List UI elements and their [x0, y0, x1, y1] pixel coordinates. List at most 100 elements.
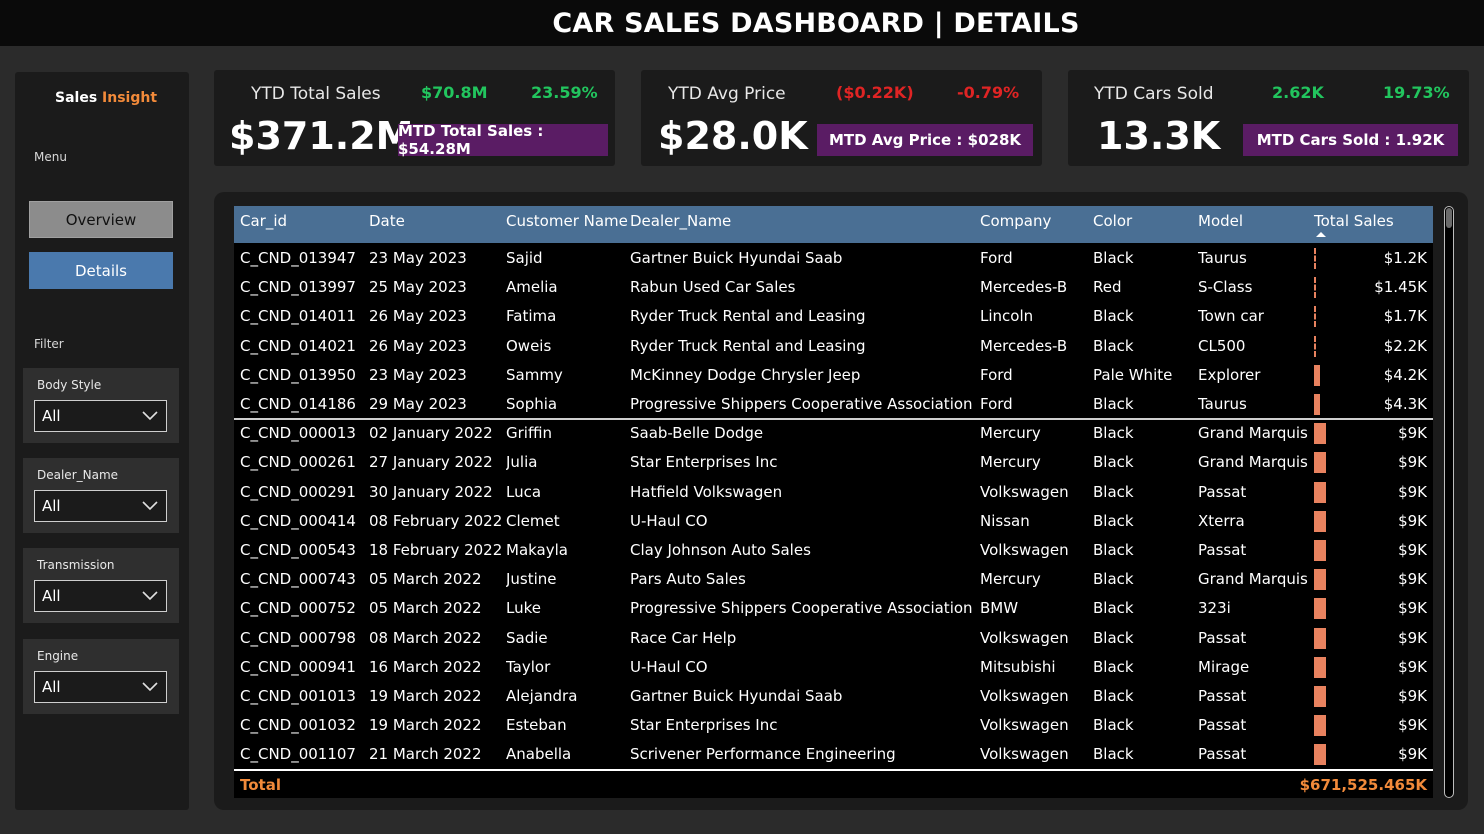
cell-dealer: Gartner Buick Hyundai Saab — [630, 687, 843, 705]
cell-date: 27 January 2022 — [369, 453, 493, 472]
table-row[interactable]: C_CND_013997 25 May 2023 Amelia Rabun Used … — [234, 273, 1433, 302]
total-sales-bar — [1314, 306, 1316, 328]
cell-date: 19 March 2022 — [369, 687, 482, 705]
cell-dealer: Saab-Belle Dodge — [630, 424, 764, 443]
table-row[interactable]: C_CND_000798 08 March 2022 Sadie Race Car H… — [234, 624, 1433, 653]
cell-date: 02 January 2022 — [369, 424, 493, 443]
cell-color: Black — [1093, 482, 1134, 501]
page-title: CAR SALES DASHBOARD | DETAILS — [552, 7, 1080, 39]
total-sales-bar — [1314, 627, 1326, 649]
overview-nav-button[interactable]: Overview — [29, 201, 173, 238]
cell-dealer: Progressive Shippers Cooperative Associa… — [630, 395, 975, 413]
scrollbar-track[interactable] — [1444, 206, 1454, 798]
table-row[interactable]: C_CND_000261 27 January 2022 Julia Star Ent… — [234, 448, 1433, 477]
scrollbar-thumb[interactable] — [1446, 208, 1452, 228]
cell-color: Black — [1093, 541, 1134, 559]
cell-model: S-Class — [1198, 278, 1253, 297]
dealer-name-dropdown[interactable]: All — [34, 490, 167, 522]
cell-car-id: C_CND_013950 — [240, 365, 356, 384]
total-sales-bar — [1314, 744, 1326, 766]
transmission-value: All — [42, 587, 61, 605]
cell-customer: Sophia — [506, 395, 558, 413]
table-row[interactable]: C_CND_001032 19 March 2022 Esteban Star Ent… — [234, 711, 1433, 740]
column-header-color[interactable]: Color — [1093, 212, 1132, 230]
total-sales-bar — [1314, 540, 1326, 561]
details-nav-button[interactable]: Details — [29, 252, 173, 289]
cell-model: Taurus — [1198, 249, 1247, 267]
cell-car-id: C_CND_014011 — [240, 307, 356, 326]
cell-car-id: C_CND_001013 — [240, 687, 356, 705]
table-scrollbar[interactable] — [1444, 206, 1454, 798]
total-sales-bar — [1314, 656, 1326, 678]
cell-company: Volkswagen — [980, 541, 1069, 559]
cell-company: Mercedes-B — [980, 278, 1068, 297]
cell-color: Black — [1093, 745, 1134, 764]
table-row[interactable]: C_CND_013947 23 May 2023 Sajid Gartner Buic… — [234, 244, 1433, 273]
table-row[interactable]: C_CND_000414 08 February 2022 Clemet U-Haul… — [234, 507, 1433, 536]
cell-color: Black — [1093, 424, 1134, 443]
table-row[interactable]: C_CND_013950 23 May 2023 Sammy McKinney Dod… — [234, 361, 1433, 390]
cell-date: 21 March 2022 — [369, 745, 482, 764]
column-header-car-id[interactable]: Car_id — [240, 212, 287, 230]
cell-dealer: Scrivener Performance Engineering — [630, 745, 896, 764]
filter-label: Filter — [34, 337, 64, 351]
cell-model: Grand Marquis — [1198, 424, 1308, 443]
engine-dropdown[interactable]: All — [34, 671, 167, 703]
table-row[interactable]: C_CND_000752 05 March 2022 Luke Progressive… — [234, 594, 1433, 623]
cell-car-id: C_CND_000798 — [240, 628, 356, 647]
total-sales-bar — [1314, 481, 1326, 503]
table-row[interactable]: C_CND_000291 30 January 2022 Luca Hatfield … — [234, 478, 1433, 507]
table-row[interactable]: C_CND_014186 29 May 2023 Sophia Progressive… — [234, 390, 1433, 419]
column-header-customer-name[interactable]: Customer Name — [506, 212, 628, 230]
cell-company: Mercury — [980, 424, 1041, 443]
total-sales-bar — [1314, 598, 1326, 620]
cell-car-id: C_CND_013997 — [240, 278, 356, 297]
cell-company: Mercury — [980, 570, 1041, 589]
cell-color: Pale White — [1093, 365, 1173, 384]
cell-dealer: Progressive Shippers Cooperative Associa… — [630, 599, 975, 618]
kpi-delta-abs: ($0.22K) — [836, 83, 914, 102]
cell-dealer: U-Haul CO — [630, 657, 708, 676]
cell-car-id: C_CND_000543 — [240, 541, 356, 559]
column-header-date[interactable]: Date — [369, 212, 405, 230]
kpi-value: $371.2M — [229, 114, 414, 158]
total-sales-bar — [1314, 394, 1320, 415]
sort-ascending-icon[interactable] — [1316, 232, 1326, 237]
cell-date: 25 May 2023 — [369, 278, 467, 297]
kpi-delta-pct: -0.79% — [957, 83, 1020, 102]
column-header-company[interactable]: Company — [980, 212, 1051, 230]
cell-customer: Oweis — [506, 336, 552, 355]
table-row[interactable]: C_CND_000543 18 February 2022 Makayla Clay … — [234, 536, 1433, 565]
cell-car-id: C_CND_014186 — [240, 395, 356, 413]
cell-color: Black — [1093, 511, 1134, 530]
cell-car-id: C_CND_000261 — [240, 453, 356, 472]
cell-total-sales: $4.2K — [1383, 365, 1427, 384]
total-sales-bar — [1314, 452, 1326, 474]
table-row[interactable]: C_CND_014021 26 May 2023 Oweis Ryder Truck … — [234, 332, 1433, 361]
cell-company: Mercedes-B — [980, 336, 1068, 355]
cell-company: Nissan — [980, 511, 1030, 530]
cell-color: Black — [1093, 307, 1134, 326]
column-header-model[interactable]: Model — [1198, 212, 1243, 230]
table-row[interactable]: C_CND_001013 19 March 2022 Alejandra Gartne… — [234, 682, 1433, 711]
column-header-total-sales[interactable]: Total Sales — [1314, 212, 1394, 230]
body-style-dropdown[interactable]: All — [34, 400, 167, 432]
cell-dealer: Race Car Help — [630, 628, 737, 647]
total-value: $671,525.465K — [1299, 776, 1427, 794]
table-row[interactable]: C_CND_014011 26 May 2023 Fatima Ryder Truck… — [234, 302, 1433, 331]
cell-model: Explorer — [1198, 365, 1261, 384]
cell-model: Mirage — [1198, 657, 1250, 676]
cell-total-sales: $9K — [1398, 424, 1427, 443]
column-header-dealer-name[interactable]: Dealer_Name — [630, 212, 731, 230]
table-row[interactable]: C_CND_000013 02 January 2022 Griffin Saab-B… — [234, 419, 1433, 448]
cell-date: 05 March 2022 — [369, 599, 482, 618]
table-row[interactable]: C_CND_000941 16 March 2022 Taylor U-Haul CO… — [234, 653, 1433, 682]
transmission-dropdown[interactable]: All — [34, 580, 167, 612]
cell-model: Passat — [1198, 628, 1247, 647]
table-row[interactable]: C_CND_001107 21 March 2022 Anabella Scriven… — [234, 740, 1433, 769]
table-row[interactable]: C_CND_000743 05 March 2022 Justine Pars Aut… — [234, 565, 1433, 594]
cell-total-sales: $9K — [1398, 716, 1427, 735]
kpi-label: YTD Cars Sold — [1094, 84, 1214, 104]
filter-body-style: Body Style All — [23, 368, 179, 443]
cell-color: Black — [1093, 453, 1134, 472]
